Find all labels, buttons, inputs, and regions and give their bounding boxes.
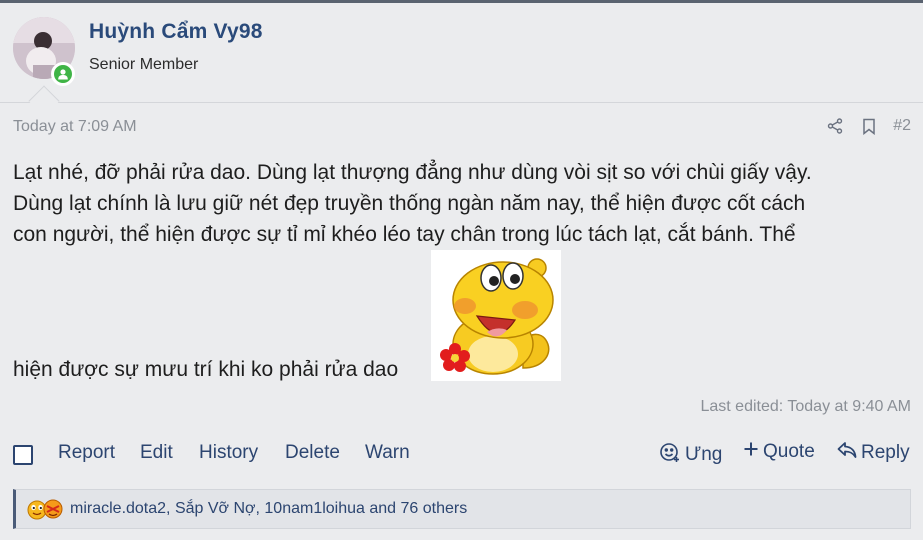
message-user-header: Huỳnh Cẩm Vy98 Senior Member xyxy=(0,3,923,103)
post-body-line: hiện được sự mưu trí khi ko phải rửa dao xyxy=(13,358,399,381)
history-button[interactable]: History xyxy=(199,442,258,464)
post-body-line: Dùng lạt chính là lưu giữ nét đẹp truyền… xyxy=(13,192,806,215)
bookmark-icon[interactable] xyxy=(859,116,879,136)
react-label: Ưng xyxy=(685,444,723,465)
share-icon[interactable] xyxy=(825,116,845,136)
username-link[interactable]: Huỳnh Cẩm Vy98 xyxy=(89,20,263,44)
last-edited-note: Last edited: Today at 9:40 AM xyxy=(700,398,911,415)
post-date-link[interactable]: Today at 7:09 AM xyxy=(13,118,137,136)
reply-label: Reply xyxy=(861,442,910,463)
post-meta-actions: #2 xyxy=(825,116,911,136)
warn-button[interactable]: Warn xyxy=(365,442,410,464)
sticker-image xyxy=(431,250,561,381)
react-button[interactable]: Ưng xyxy=(659,441,722,469)
reaction-users-link[interactable]: miracle.dota2, Sắp Vỡ Nợ, 10nam1loihua a… xyxy=(70,500,467,518)
plus-icon xyxy=(743,441,759,463)
user-title: Senior Member xyxy=(89,56,199,73)
post-body: Lạt nhé, đỡ phải rửa dao. Dùng lạt thượn… xyxy=(13,157,913,250)
delete-button[interactable]: Delete xyxy=(285,442,340,464)
reactions-bar[interactable]: miracle.dota2, Sắp Vỡ Nợ, 10nam1loihua a… xyxy=(13,489,911,529)
quote-label: Quote xyxy=(763,441,815,462)
post-body-line: Lạt nhé, đỡ phải rửa dao. Dùng lạt thượn… xyxy=(13,161,812,184)
edit-button[interactable]: Edit xyxy=(140,442,173,464)
online-status-icon xyxy=(51,62,75,86)
post-action-bar: Report Edit History Delete Warn Ưng Quot… xyxy=(13,438,911,468)
quote-button[interactable]: Quote xyxy=(743,441,815,463)
reply-button[interactable]: Reply xyxy=(837,441,910,465)
post-number-link[interactable]: #2 xyxy=(893,117,911,135)
select-post-checkbox[interactable] xyxy=(13,445,33,465)
report-button[interactable]: Report xyxy=(58,442,115,464)
smiley-icon xyxy=(659,441,681,469)
reply-arrow-icon xyxy=(837,441,857,465)
reaction-icons xyxy=(26,498,66,520)
post-body-line: con người, thể hiện được sự tỉ mỉ khéo l… xyxy=(13,223,796,246)
